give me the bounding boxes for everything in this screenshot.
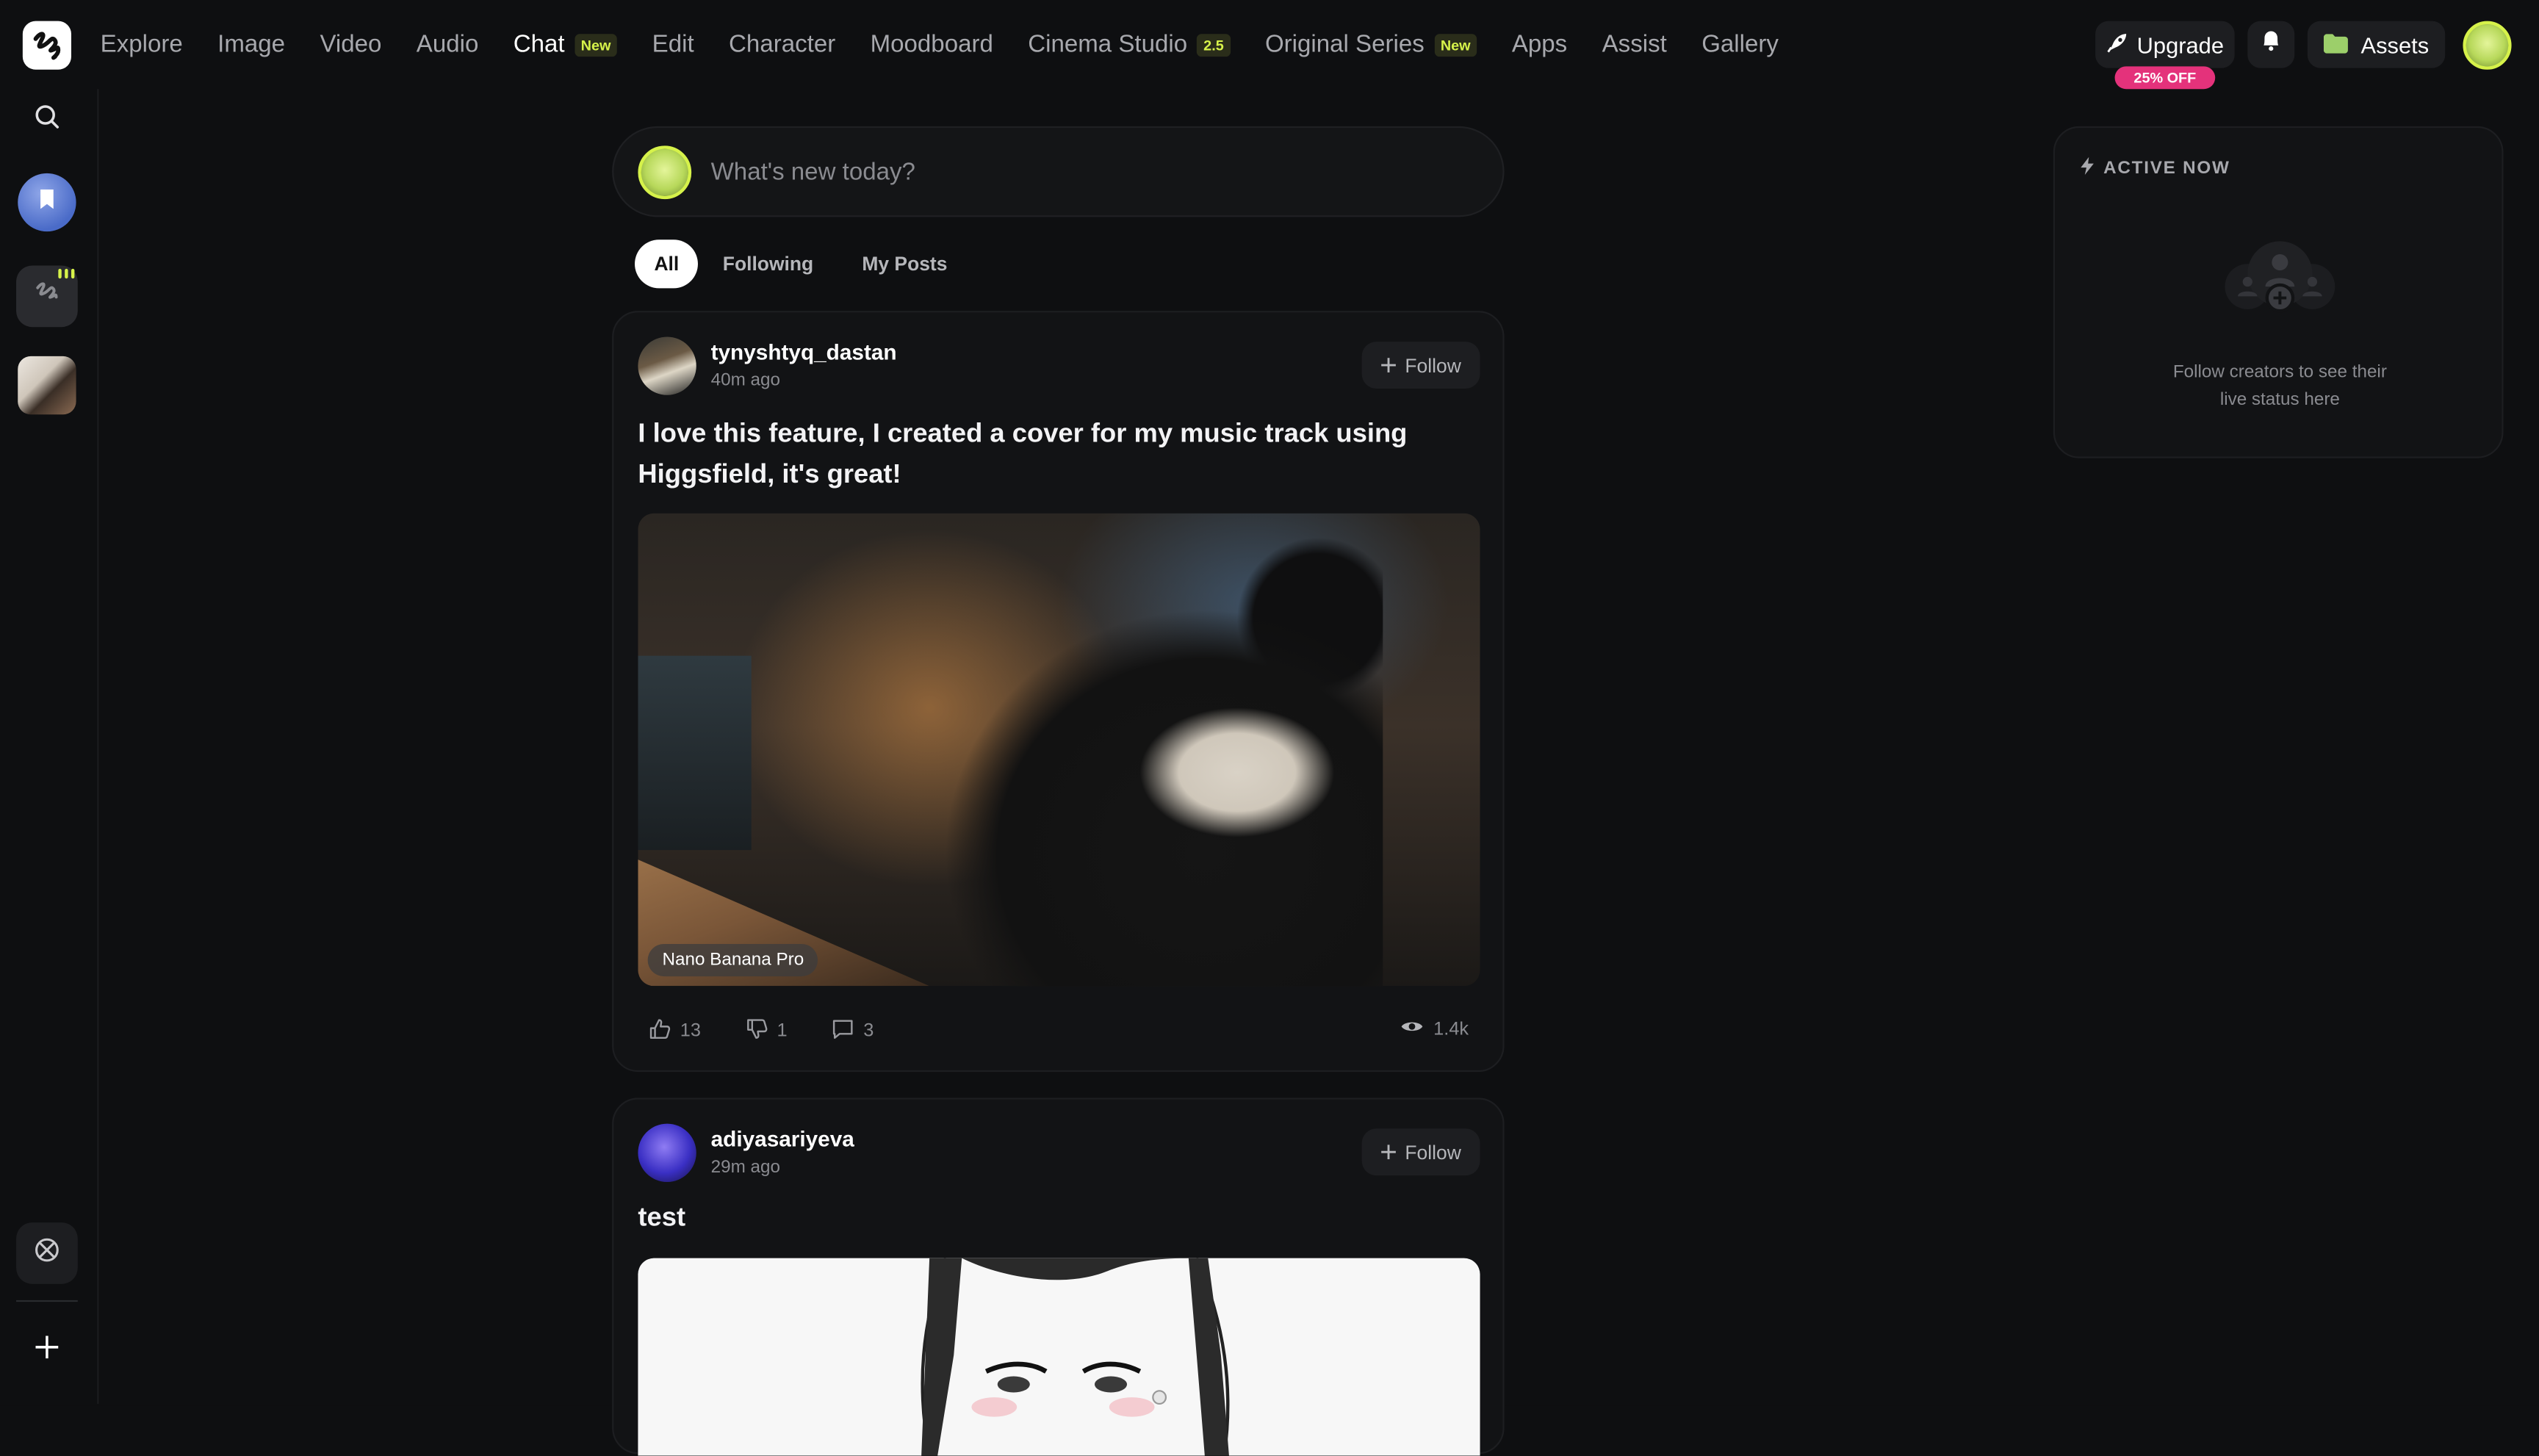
nav-apps[interactable]: Apps <box>1512 31 1567 58</box>
nav-assist[interactable]: Assist <box>1602 31 1667 58</box>
comment-button[interactable]: 3 <box>832 1018 874 1044</box>
main-nav: Explore Image Video Audio Chat New Edit C… <box>101 0 1814 89</box>
new-badge: New <box>574 33 618 57</box>
image-person <box>832 529 1383 987</box>
nav-moodboard[interactable]: Moodboard <box>871 31 993 58</box>
comment-icon <box>832 1018 854 1044</box>
nav-original-series[interactable]: Original Series New <box>1265 31 1477 58</box>
comment-count: 3 <box>863 1021 874 1042</box>
view-count-value: 1.4k <box>1433 1019 1469 1039</box>
upgrade-button[interactable]: Upgrade <box>2095 21 2235 68</box>
composer-placeholder: What's new today? <box>710 157 915 186</box>
tab-all[interactable]: All <box>635 239 699 289</box>
dislike-count: 1 <box>777 1021 788 1042</box>
version-badge: 2.5 <box>1197 33 1231 57</box>
thumbs-down-icon <box>746 1018 768 1044</box>
like-count: 13 <box>680 1021 701 1042</box>
rail-divider <box>16 1300 78 1302</box>
post-body: I love this feature, I created a cover f… <box>638 419 1408 489</box>
follow-label: Follow <box>1405 1140 1461 1164</box>
model-label: Nano Banana Pro <box>647 943 819 977</box>
empty-line-2: live status here <box>2219 389 2340 409</box>
assets-button[interactable]: Assets <box>2307 21 2446 68</box>
active-now-panel: ACTIVE NOW Follow creators to see their … <box>2053 126 2504 458</box>
nav-audio[interactable]: Audio <box>417 31 479 58</box>
saved-button[interactable] <box>18 173 76 232</box>
post-body: test <box>638 1203 686 1233</box>
post-timestamp: 29m ago <box>710 1157 780 1178</box>
rail-border <box>97 89 99 1404</box>
people-icon <box>2222 238 2338 322</box>
top-navigation-bar: Explore Image Video Audio Chat New Edit C… <box>0 0 2539 90</box>
feed-post: tynyshtyq_dastan 40m ago Follow I love t… <box>612 311 1505 1073</box>
follow-button[interactable]: Follow <box>1361 342 1480 389</box>
folder-icon <box>2323 32 2348 57</box>
eye-icon <box>1401 1018 1424 1039</box>
notifications-button[interactable] <box>2247 21 2295 68</box>
logo-mark-icon <box>32 278 62 315</box>
logo-icon[interactable] <box>22 21 71 70</box>
author-username[interactable]: tynyshtyq_dastan <box>711 340 897 364</box>
active-now-header: ACTIVE NOW <box>2081 156 2230 180</box>
app-root: Explore Image Video Audio Chat New Edit C… <box>0 0 2539 1456</box>
activity-indicator <box>58 268 75 279</box>
feed-tabs: All Following My Posts <box>635 239 972 289</box>
post-composer[interactable]: What's new today? <box>612 126 1505 217</box>
bell-icon <box>2261 29 2282 60</box>
assets-label: Assets <box>2360 31 2430 58</box>
feed-post: adiyasariyeva 29m ago Follow test <box>612 1098 1505 1456</box>
nav-image[interactable]: Image <box>217 31 285 58</box>
nav-cinema-studio[interactable]: Cinema Studio 2.5 <box>1028 31 1231 58</box>
globe-icon <box>34 1236 60 1270</box>
author-avatar[interactable] <box>638 336 696 395</box>
nav-explore[interactable]: Explore <box>101 31 183 58</box>
discord-button[interactable] <box>16 1222 78 1284</box>
post-reactions: 13 1 3 <box>649 1018 919 1044</box>
nav-edit[interactable]: Edit <box>652 31 694 58</box>
like-button[interactable]: 13 <box>649 1018 701 1044</box>
chat-workspace-button[interactable] <box>16 265 78 328</box>
profile-avatar[interactable] <box>2463 21 2512 70</box>
discount-badge: 25% OFF <box>2114 66 2216 90</box>
plus-icon <box>35 1335 59 1366</box>
nav-chat[interactable]: Chat New <box>514 31 618 58</box>
bookmark-icon <box>39 188 55 217</box>
post-image[interactable]: Nano Banana Pro <box>638 513 1480 987</box>
thumbs-up-icon <box>649 1018 671 1044</box>
new-project-button[interactable] <box>16 1319 78 1381</box>
author-username[interactable]: adiyasariyeva <box>711 1127 854 1151</box>
rocket-icon <box>2106 32 2128 57</box>
left-rail <box>0 89 94 1404</box>
tab-my-posts[interactable]: My Posts <box>838 239 971 288</box>
image-laptop <box>638 655 752 851</box>
upgrade-label: Upgrade <box>2136 31 2224 58</box>
post-image[interactable] <box>638 1258 1480 1456</box>
empty-line-1: Follow creators to see their <box>2172 362 2387 383</box>
active-now-title: ACTIVE NOW <box>2103 159 2230 179</box>
sketch-illustration <box>921 1258 1230 1456</box>
post-timestamp: 40m ago <box>710 370 780 391</box>
new-badge: New <box>1434 33 1477 57</box>
plus-icon <box>1380 354 1396 377</box>
nav-video[interactable]: Video <box>320 31 381 58</box>
follow-label: Follow <box>1405 353 1461 377</box>
author-avatar[interactable] <box>638 1123 696 1182</box>
follow-button[interactable]: Follow <box>1361 1128 1480 1176</box>
search-button[interactable] <box>16 89 78 151</box>
project-thumbnail[interactable] <box>18 356 76 415</box>
user-avatar <box>638 145 692 199</box>
tab-following[interactable]: Following <box>699 239 838 288</box>
search-icon <box>34 103 60 137</box>
lightning-icon <box>2081 156 2094 180</box>
active-now-empty-message: Follow creators to see their live status… <box>2055 359 2505 413</box>
dislike-button[interactable]: 1 <box>746 1018 788 1044</box>
plus-icon <box>1380 1141 1396 1164</box>
nav-gallery[interactable]: Gallery <box>1701 31 1779 58</box>
view-count: 1.4k <box>1401 1018 1469 1039</box>
nav-character[interactable]: Character <box>729 31 835 58</box>
